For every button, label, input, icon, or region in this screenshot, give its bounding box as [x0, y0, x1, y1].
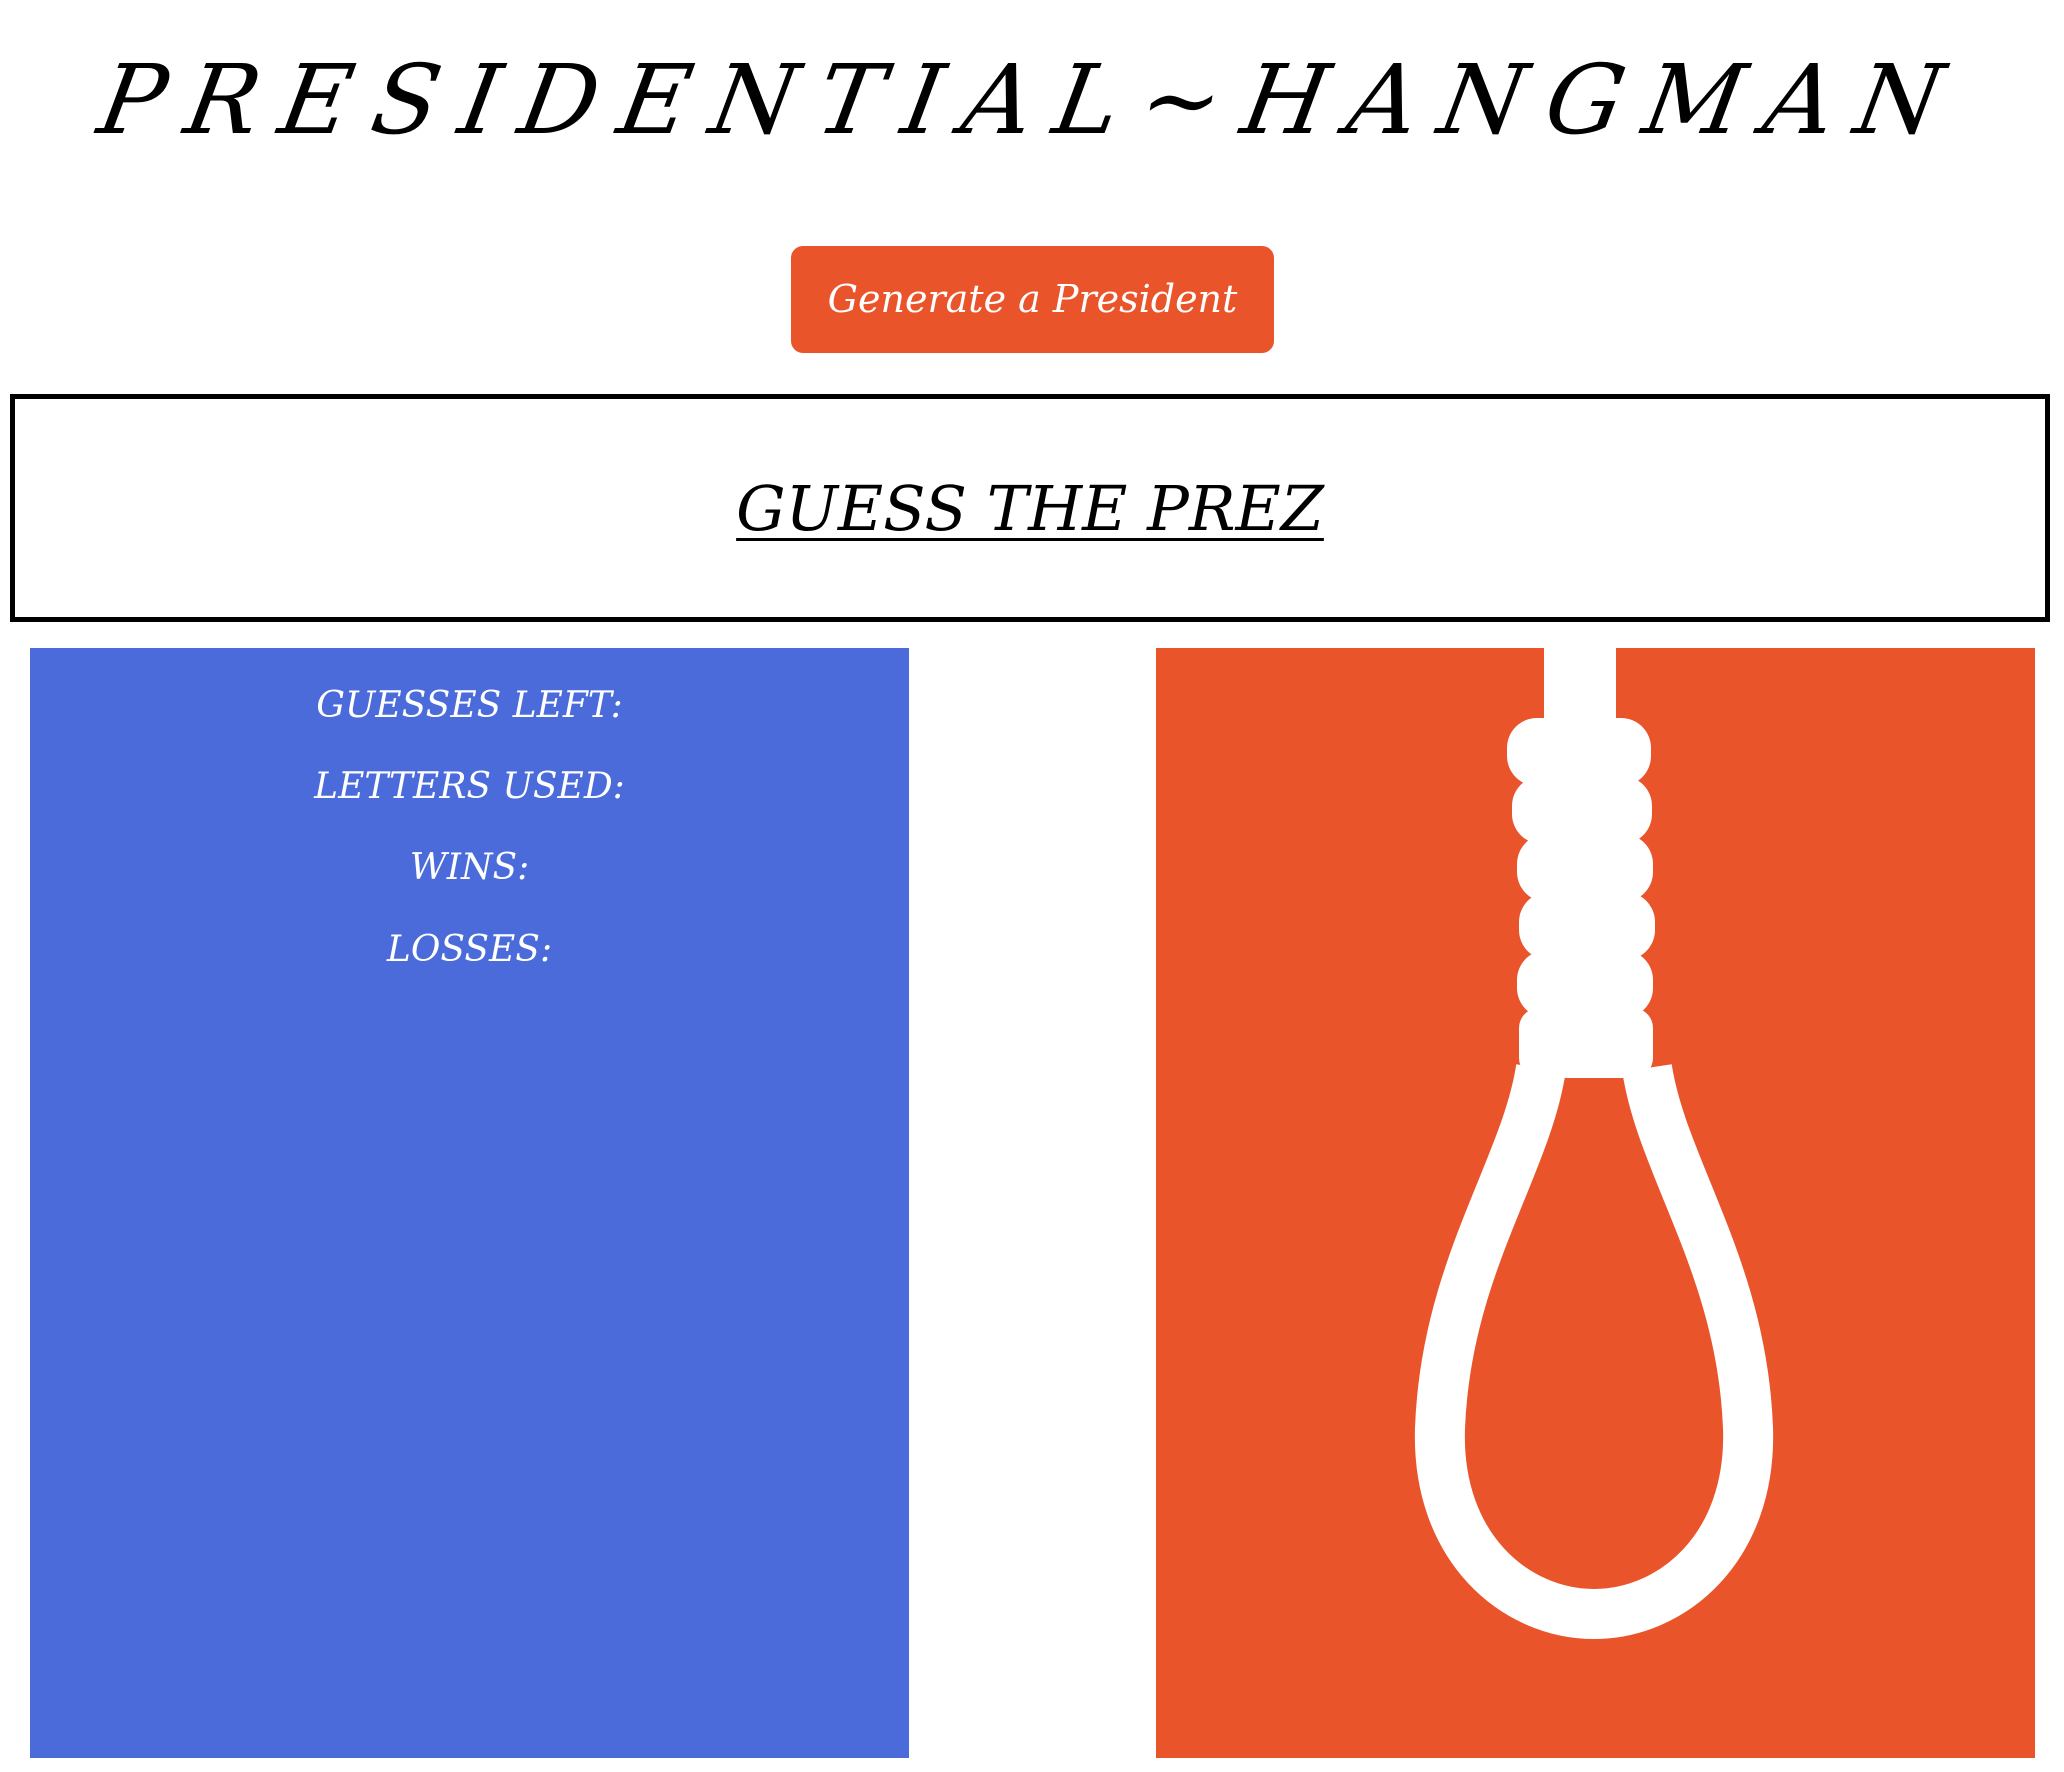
letters-used-label: LETTERS USED:	[314, 766, 625, 807]
guess-panel: GUESS THE PREZ	[10, 394, 2050, 622]
noose-icon	[1414, 648, 1774, 1639]
guesses-left-label: GUESSES LEFT:	[316, 685, 623, 726]
wins-label: WINS:	[409, 847, 530, 888]
losses-label: LOSSES:	[386, 929, 553, 970]
site-title: PRESIDENTIAL~HANGMAN	[90, 44, 1974, 156]
guess-heading: GUESS THE PREZ	[736, 472, 1324, 545]
hangman-image-panel	[1156, 648, 2035, 1758]
generate-president-button[interactable]: Generate a President	[791, 246, 1274, 353]
stats-panel: GUESSES LEFT: LETTERS USED: WINS: LOSSES…	[30, 648, 909, 1758]
